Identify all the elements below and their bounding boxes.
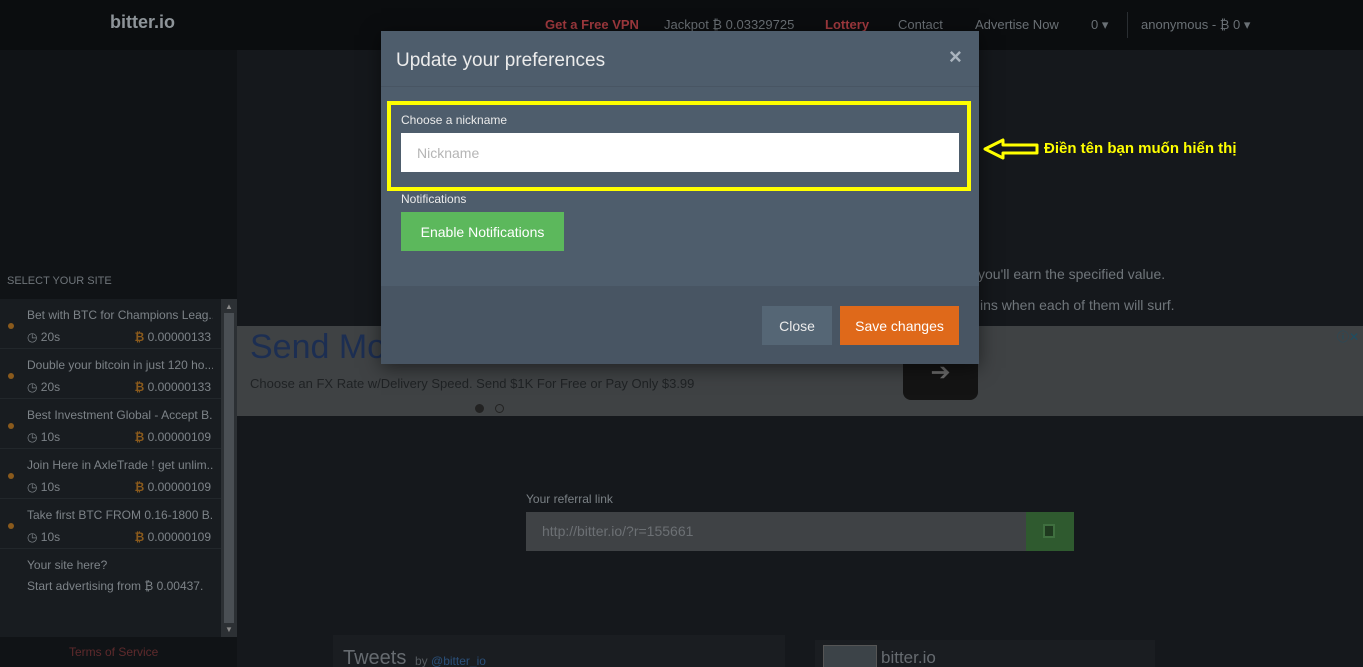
sidebar-title: SELECT YOUR SITE bbox=[7, 275, 112, 287]
copy-icon bbox=[1043, 524, 1055, 538]
modal-footer: Close Save changes bbox=[381, 286, 979, 364]
bitcoin-icon: ₿ bbox=[134, 380, 145, 394]
nickname-input[interactable] bbox=[401, 133, 959, 172]
site-duration: ◷ 20s bbox=[27, 330, 61, 344]
user-menu-dropdown[interactable]: anonymous - ₿ 0 ▾ bbox=[1141, 17, 1250, 33]
scrollbar-thumb[interactable] bbox=[224, 313, 234, 623]
site-title: Best Investment Global - Accept B... bbox=[27, 408, 213, 422]
nav-lottery-link[interactable]: Lottery bbox=[825, 17, 869, 32]
facebook-page-name[interactable]: bitter.io bbox=[881, 648, 936, 667]
ad-info-icon[interactable]: ⓘ✕ bbox=[1337, 328, 1359, 345]
site-price: ₿ 0.00000133 bbox=[134, 380, 211, 394]
tweets-byline: by @bitter_io bbox=[415, 654, 486, 667]
promo-subtitle: Start advertising from ₿ 0.00437. bbox=[27, 579, 204, 593]
bitcoin-icon: ₿ bbox=[134, 480, 145, 494]
nav-count-dropdown[interactable]: 0 ▾ bbox=[1091, 17, 1108, 33]
sidebar-scrollbar[interactable]: ▲ ▼ bbox=[221, 299, 237, 637]
copy-referral-button[interactable] bbox=[1026, 512, 1074, 551]
nav-divider bbox=[1127, 12, 1128, 38]
save-changes-button[interactable]: Save changes bbox=[840, 306, 959, 345]
page-avatar bbox=[823, 645, 877, 667]
site-duration: ◷ 20s bbox=[27, 380, 61, 394]
tweets-title: Tweets bbox=[343, 647, 407, 667]
preferences-modal: Update your preferences × Choose a nickn… bbox=[381, 31, 979, 364]
earn-text-line2: ins when each of them will surf. bbox=[980, 297, 1175, 313]
site-list-item[interactable]: Take first BTC FROM 0.16-1800 B... ◷ 10s… bbox=[0, 499, 221, 549]
nav-contact-link[interactable]: Contact bbox=[898, 17, 943, 32]
ad-carousel-dot[interactable] bbox=[475, 404, 484, 413]
status-dot-icon bbox=[8, 373, 14, 379]
nickname-label: Choose a nickname bbox=[401, 113, 508, 127]
facebook-widget: bitter.io bbox=[815, 640, 1155, 667]
ad-title[interactable]: Send Mo bbox=[250, 328, 386, 367]
advertise-promo[interactable]: Your site here? Start advertising from ₿… bbox=[0, 549, 221, 599]
twitter-handle-link[interactable]: @bitter_io bbox=[431, 654, 486, 667]
earn-text-line1: you'll earn the specified value. bbox=[978, 266, 1166, 282]
site-duration: ◷ 10s bbox=[27, 480, 61, 494]
site-title: Double your bitcoin in just 120 ho... bbox=[27, 358, 213, 372]
site-price: ₿ 0.00000109 bbox=[134, 480, 211, 494]
annotation-arrow-icon bbox=[983, 138, 1039, 160]
notifications-label: Notifications bbox=[401, 192, 467, 206]
tweets-widget: Tweets by @bitter_io bbox=[333, 635, 785, 667]
nav-jackpot-link[interactable]: Jackpot ₿ 0.03329725 bbox=[664, 17, 794, 32]
annotation-text: Điền tên bạn muốn hiển thị bbox=[1044, 140, 1237, 157]
modal-header: Update your preferences × bbox=[381, 31, 979, 87]
site-list-item[interactable]: Double your bitcoin in just 120 ho... ◷ … bbox=[0, 349, 221, 399]
ad-text: Choose an FX Rate w/Delivery Speed. Send… bbox=[250, 376, 695, 391]
modal-title: Update your preferences bbox=[396, 50, 606, 71]
close-icon[interactable]: × bbox=[949, 44, 962, 70]
nav-free-vpn-link[interactable]: Get a Free VPN bbox=[545, 17, 639, 32]
scroll-up-icon[interactable]: ▲ bbox=[225, 302, 233, 311]
bitcoin-icon: ₿ bbox=[134, 430, 145, 444]
site-title: Bet with BTC for Champions Leag... bbox=[27, 308, 213, 322]
status-dot-icon bbox=[8, 473, 14, 479]
status-dot-icon bbox=[8, 323, 14, 329]
site-price: ₿ 0.00000133 bbox=[134, 330, 211, 344]
nav-advertise-link[interactable]: Advertise Now bbox=[975, 17, 1059, 32]
site-price: ₿ 0.00000109 bbox=[134, 530, 211, 544]
status-dot-icon bbox=[8, 523, 14, 529]
site-duration: ◷ 10s bbox=[27, 530, 61, 544]
referral-link-field[interactable]: http://bitter.io/?r=155661 bbox=[526, 512, 1026, 551]
enable-notifications-button[interactable]: Enable Notifications bbox=[401, 212, 564, 251]
promo-title: Your site here? bbox=[27, 558, 108, 572]
site-list-item[interactable]: Best Investment Global - Accept B... ◷ 1… bbox=[0, 399, 221, 449]
site-title: Take first BTC FROM 0.16-1800 B... bbox=[27, 508, 213, 522]
site-price: ₿ 0.00000109 bbox=[134, 430, 211, 444]
site-duration: ◷ 10s bbox=[27, 430, 61, 444]
ad-carousel-dot[interactable] bbox=[495, 404, 504, 413]
site-title: Join Here in AxleTrade ! get unlim... bbox=[27, 458, 213, 472]
brand-logo[interactable]: bitter.io bbox=[110, 12, 175, 33]
bitcoin-icon: ₿ bbox=[134, 530, 145, 544]
scroll-down-icon[interactable]: ▼ bbox=[225, 625, 233, 634]
close-button[interactable]: Close bbox=[762, 306, 832, 345]
referral-label: Your referral link bbox=[526, 492, 613, 506]
bitcoin-icon: ₿ bbox=[134, 330, 145, 344]
site-list-item[interactable]: Bet with BTC for Champions Leag... ◷ 20s… bbox=[0, 299, 221, 349]
site-list-item[interactable]: Join Here in AxleTrade ! get unlim... ◷ … bbox=[0, 449, 221, 499]
status-dot-icon bbox=[8, 423, 14, 429]
site-list: Bet with BTC for Champions Leag... ◷ 20s… bbox=[0, 299, 221, 637]
terms-link[interactable]: Terms of Service bbox=[69, 645, 158, 659]
